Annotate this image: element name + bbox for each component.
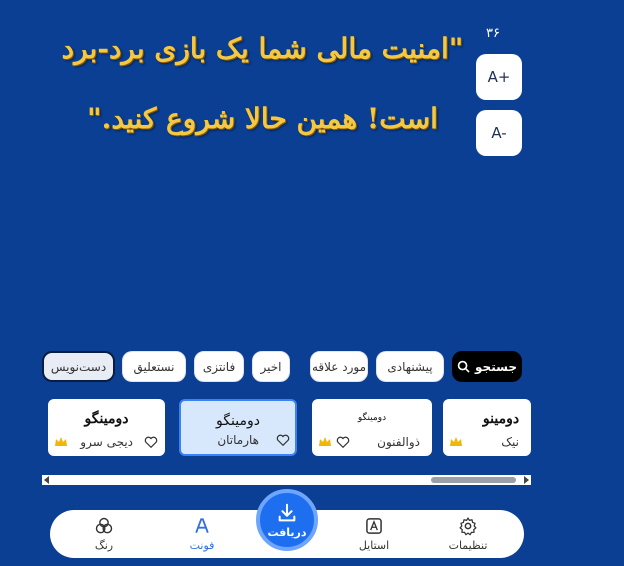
- scroll-left-arrow[interactable]: [44, 476, 49, 484]
- nav-style[interactable]: استایل: [334, 510, 414, 558]
- decrease-font-size-button[interactable]: A-: [476, 110, 522, 156]
- chip-suggested[interactable]: پیشنهادی: [376, 351, 444, 382]
- gear-icon: [459, 517, 477, 536]
- chip-recent[interactable]: اخیر: [252, 351, 290, 382]
- heart-icon[interactable]: [276, 433, 290, 447]
- font-list-scrollbar[interactable]: [42, 475, 531, 485]
- nav-settings[interactable]: تنظیمات: [428, 510, 508, 558]
- nav-font[interactable]: فونت: [162, 510, 242, 558]
- quote-line-2: است! همین حالا شروع کنید.": [87, 102, 438, 135]
- nav-font-label: فونت: [189, 539, 215, 552]
- nav-color-label: رنگ: [94, 539, 114, 552]
- heart-icon[interactable]: [336, 435, 350, 449]
- chip-search[interactable]: جستجو: [452, 351, 522, 382]
- font-icon: [195, 518, 209, 533]
- font-card-nik[interactable]: دومینو نیک: [443, 399, 531, 456]
- font-card-zolfonoon[interactable]: دومینگو ذوالفنون: [312, 399, 432, 456]
- crown-icon: [450, 437, 462, 446]
- font-card-harmattan[interactable]: دومینگو هارماتان: [179, 399, 297, 456]
- chip-fantasy[interactable]: فانتزی: [194, 351, 244, 382]
- chip-nastaliq[interactable]: نستعلیق: [122, 351, 186, 382]
- chip-favorites[interactable]: مورد علاقه: [310, 351, 368, 382]
- font-name: نیک: [501, 435, 519, 449]
- search-icon: [457, 360, 470, 373]
- crown-icon: [319, 437, 331, 446]
- increase-font-size-button[interactable]: A+: [476, 54, 522, 100]
- color-circles-icon: [95, 517, 113, 534]
- font-sample: دومینگو: [216, 413, 260, 429]
- nav-color[interactable]: رنگ: [64, 510, 144, 558]
- receive-button-label: دریافت: [267, 525, 307, 539]
- receive-button[interactable]: دریافت: [256, 489, 318, 551]
- font-sample: دومینگو: [84, 411, 129, 427]
- scroll-right-arrow[interactable]: [524, 476, 529, 484]
- download-icon: [278, 503, 296, 521]
- nav-style-label: استایل: [358, 539, 390, 552]
- font-sample: دومینگو: [357, 413, 387, 423]
- heart-icon[interactable]: [144, 435, 158, 449]
- style-icon: [366, 518, 382, 534]
- chip-handwritten[interactable]: دست‌نویس: [42, 351, 115, 382]
- font-name: هارماتان: [217, 433, 259, 447]
- font-sample: دومینو: [482, 411, 520, 427]
- font-size-counter: ۳۶: [486, 26, 500, 41]
- font-card-digi-sarv[interactable]: دومینگو دیجی سرو: [48, 399, 165, 456]
- font-name: دیجی سرو: [80, 435, 133, 449]
- chip-search-label: جستجو: [475, 359, 517, 374]
- scrollbar-thumb[interactable]: [431, 477, 516, 483]
- font-name: ذوالفنون: [377, 435, 420, 449]
- crown-icon: [55, 437, 67, 446]
- quote-line-1: "امنیت مالی شما یک بازی برد-برد: [61, 32, 464, 65]
- nav-settings-label: تنظیمات: [448, 539, 488, 552]
